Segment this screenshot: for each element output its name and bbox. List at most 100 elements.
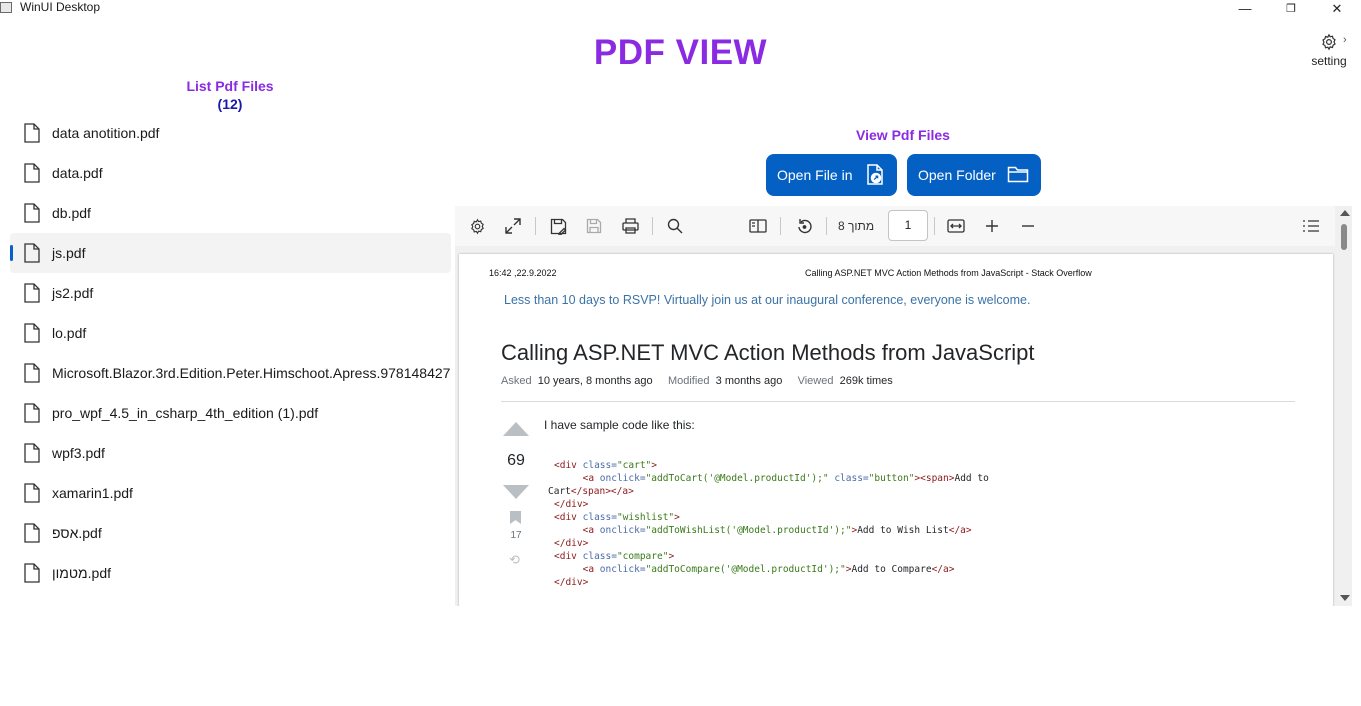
file-list-title: List Pdf Files bbox=[186, 78, 274, 94]
file-list-item[interactable]: אספ.pdf bbox=[10, 513, 451, 553]
file-name: Microsoft.Blazor.3rd.Edition.Peter.Himsc… bbox=[52, 365, 451, 381]
toolbar-divider bbox=[826, 217, 827, 235]
title-bar: WinUI Desktop — ❐ ✕ bbox=[0, 0, 1361, 17]
downvote-arrow-icon bbox=[503, 485, 529, 499]
pdf-viewer[interactable]: מתוך 8 1 16:42 ,22.9.2022 Calling ASP.NE… bbox=[455, 206, 1352, 606]
gear-icon bbox=[1322, 33, 1336, 51]
page-view-icon[interactable] bbox=[748, 216, 768, 236]
toolbar-divider bbox=[652, 217, 653, 235]
scroll-thumb[interactable] bbox=[1341, 224, 1347, 250]
open-folder-button[interactable]: Open Folder bbox=[907, 154, 1041, 196]
history-icon: ⟲ bbox=[509, 552, 520, 567]
code-block: <div class="cart"> <a onclick="addToCart… bbox=[548, 460, 989, 588]
toolbar-divider bbox=[535, 217, 536, 235]
viewer-settings-icon[interactable] bbox=[467, 216, 487, 236]
file-name: js.pdf bbox=[52, 245, 86, 261]
page-header-date: 16:42 ,22.9.2022 bbox=[489, 268, 557, 278]
minimize-button[interactable]: — bbox=[1222, 0, 1268, 17]
file-icon bbox=[24, 283, 40, 303]
file-list-item[interactable]: js2.pdf bbox=[10, 273, 451, 313]
zoom-out-icon[interactable] bbox=[1018, 216, 1038, 236]
viewed-label: Viewed bbox=[797, 375, 834, 387]
file-list-item[interactable]: wpf3.pdf bbox=[10, 433, 451, 473]
pdf-page: 16:42 ,22.9.2022 Calling ASP.NET MVC Act… bbox=[459, 254, 1333, 606]
zoom-in-icon[interactable] bbox=[982, 216, 1002, 236]
fit-width-icon[interactable] bbox=[946, 216, 966, 236]
file-name: data anotition.pdf bbox=[52, 125, 160, 141]
close-button[interactable]: ✕ bbox=[1314, 0, 1360, 17]
open-file-button[interactable]: Open File in bbox=[766, 154, 897, 196]
folder-icon bbox=[1007, 166, 1029, 183]
app-icon bbox=[0, 2, 12, 13]
file-list-item[interactable]: מטמון.pdf bbox=[10, 553, 451, 593]
file-name: wpf3.pdf bbox=[52, 445, 105, 461]
bookmark-count: 17 bbox=[510, 530, 522, 541]
file-name: אספ.pdf bbox=[52, 525, 102, 541]
vote-count: 69 bbox=[507, 452, 525, 469]
divider bbox=[501, 401, 1295, 402]
asked-label: Asked bbox=[501, 375, 532, 387]
settings-button[interactable]: › setting bbox=[1304, 33, 1354, 68]
open-folder-label: Open Folder bbox=[918, 167, 996, 183]
question-title: Calling ASP.NET MVC Action Methods from … bbox=[501, 340, 1035, 365]
toolbar-divider bbox=[934, 217, 935, 235]
file-list-item[interactable]: js.pdf bbox=[10, 233, 451, 273]
save-icon[interactable] bbox=[584, 216, 604, 236]
fullscreen-icon[interactable] bbox=[503, 216, 523, 236]
file-icon bbox=[24, 483, 40, 503]
file-icon bbox=[24, 443, 40, 463]
file-icon bbox=[24, 523, 40, 543]
viewed-value: 269k times bbox=[839, 375, 893, 387]
question-body: I have sample code like this: bbox=[544, 418, 695, 432]
question-meta: Asked 10 years, 8 months ago Modified 3 … bbox=[501, 375, 893, 387]
file-list-item[interactable]: data anotition.pdf bbox=[10, 113, 451, 153]
file-name: מטמון.pdf bbox=[52, 565, 112, 581]
asked-value: 10 years, 8 months ago bbox=[537, 375, 653, 387]
file-name: js2.pdf bbox=[52, 285, 94, 301]
file-list-item[interactable]: lo.pdf bbox=[10, 313, 451, 353]
window-title: WinUI Desktop bbox=[20, 0, 101, 14]
file-list-item[interactable]: pro_wpf_4.5_in_csharp_4th_edition (1).pd… bbox=[10, 393, 451, 433]
rsvp-banner: Less than 10 days to RSVP! Virtually joi… bbox=[504, 293, 1031, 307]
file-icon bbox=[24, 163, 40, 183]
page-of-label: מתוך 8 bbox=[838, 219, 875, 233]
bookmark-icon bbox=[510, 511, 521, 524]
file-icon bbox=[24, 323, 40, 343]
page-header-title: Calling ASP.NET MVC Action Methods from … bbox=[805, 268, 1092, 278]
contents-list-icon[interactable] bbox=[1301, 216, 1321, 236]
page-title: PDF VIEW bbox=[593, 33, 768, 72]
upvote-arrow-icon bbox=[503, 422, 529, 436]
file-icon bbox=[24, 243, 40, 263]
file-list: data anotition.pdf data.pdf db.pdf js.pdf js… bbox=[10, 113, 451, 593]
open-file-label: Open File in bbox=[777, 167, 853, 183]
scroll-down-arrow-icon[interactable] bbox=[1340, 595, 1350, 601]
file-name: db.pdf bbox=[52, 205, 91, 221]
chevron-right-icon: › bbox=[1343, 34, 1347, 46]
page-number-input[interactable]: 1 bbox=[888, 210, 928, 241]
file-name: xamarin1.pdf bbox=[52, 485, 133, 501]
file-list-item[interactable]: data.pdf bbox=[10, 153, 451, 193]
pdf-toolbar: מתוך 8 1 bbox=[455, 206, 1335, 246]
rotate-icon[interactable] bbox=[794, 216, 814, 236]
file-icon bbox=[24, 363, 40, 383]
modified-label: Modified bbox=[667, 375, 710, 387]
file-list-item[interactable]: xamarin1.pdf bbox=[10, 473, 451, 513]
file-open-icon bbox=[867, 164, 883, 185]
maximize-button[interactable]: ❐ bbox=[1268, 0, 1314, 17]
save-as-icon[interactable] bbox=[548, 216, 568, 236]
file-icon bbox=[24, 563, 40, 583]
file-icon bbox=[24, 203, 40, 223]
pdf-scrollbar[interactable] bbox=[1339, 208, 1351, 606]
file-icon bbox=[24, 123, 40, 143]
print-icon[interactable] bbox=[620, 216, 640, 236]
file-name: data.pdf bbox=[52, 165, 103, 181]
file-count: (12) bbox=[217, 96, 243, 112]
search-icon[interactable] bbox=[665, 216, 685, 236]
file-list-item[interactable]: Microsoft.Blazor.3rd.Edition.Peter.Himsc… bbox=[10, 353, 451, 393]
settings-label: setting bbox=[1311, 54, 1347, 68]
scroll-up-arrow-icon[interactable] bbox=[1340, 210, 1350, 216]
file-name: lo.pdf bbox=[52, 325, 87, 341]
modified-value: 3 months ago bbox=[715, 375, 783, 387]
file-list-item[interactable]: db.pdf bbox=[10, 193, 451, 233]
file-name: pro_wpf_4.5_in_csharp_4th_edition (1).pd… bbox=[52, 405, 319, 421]
